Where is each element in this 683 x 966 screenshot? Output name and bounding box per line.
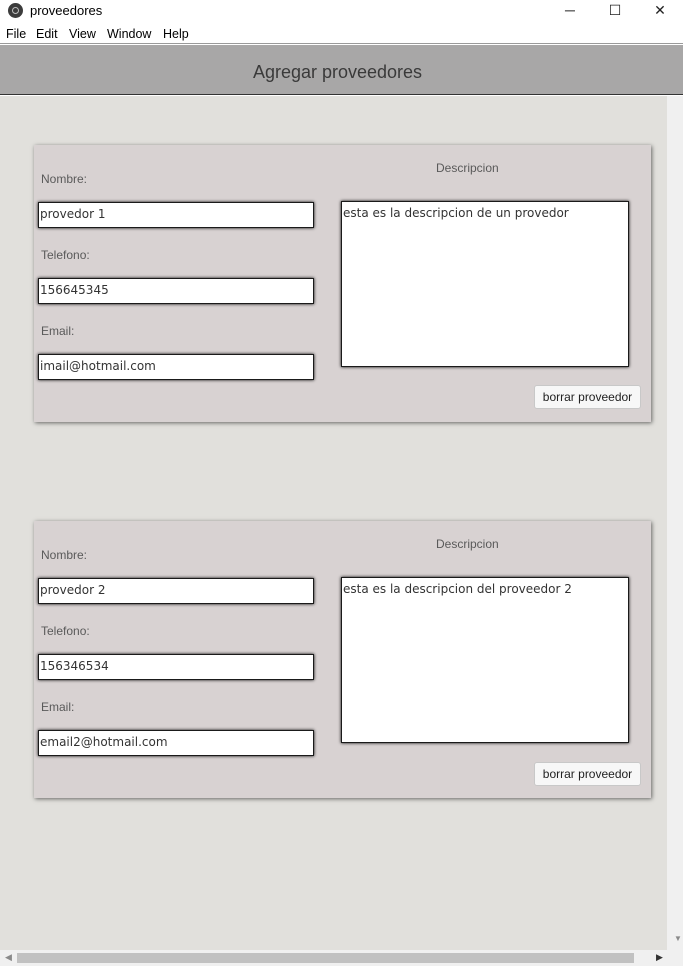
email-field[interactable]: email2@hotmail.com bbox=[38, 730, 314, 756]
provider-card: Nombre: provedor 2 Telefono: 156346534 E… bbox=[34, 521, 651, 798]
menu-view[interactable]: View bbox=[69, 27, 96, 41]
vertical-scrollbar[interactable] bbox=[667, 96, 683, 950]
menu-file[interactable]: File bbox=[6, 27, 26, 41]
scroll-right-arrow-icon[interactable]: ▶ bbox=[656, 952, 663, 963]
provider-card: Nombre: provedor 1 Telefono: 156645345 E… bbox=[34, 145, 651, 422]
nombre-field[interactable]: provedor 2 bbox=[38, 578, 314, 604]
menu-edit[interactable]: Edit bbox=[36, 27, 58, 41]
minimize-button[interactable]: ─ bbox=[547, 0, 593, 22]
telefono-field[interactable]: 156645345 bbox=[38, 278, 314, 304]
scroll-down-arrow-icon[interactable]: ▼ bbox=[674, 934, 682, 943]
descripcion-label: Descripcion bbox=[436, 537, 499, 551]
telefono-label: Telefono: bbox=[41, 248, 90, 262]
nombre-label: Nombre: bbox=[41, 548, 88, 562]
scroll-left-arrow-icon[interactable]: ◀ bbox=[5, 952, 12, 963]
descripcion-textarea[interactable]: esta es la descripcion de un provedor bbox=[341, 201, 629, 367]
descripcion-label: Descripcion bbox=[436, 161, 499, 175]
email-field[interactable]: imail@hotmail.com bbox=[38, 354, 314, 380]
menu-bar: File Edit View Window Help bbox=[0, 24, 683, 44]
close-button[interactable]: ✕ bbox=[637, 0, 683, 22]
content-area: Nombre: provedor 1 Telefono: 156645345 E… bbox=[0, 96, 667, 950]
email-label: Email: bbox=[41, 324, 75, 338]
telefono-label: Telefono: bbox=[41, 624, 90, 638]
app-icon bbox=[8, 3, 23, 18]
menu-window[interactable]: Window bbox=[107, 27, 151, 41]
borrar-proveedor-button[interactable]: borrar proveedor bbox=[534, 762, 641, 786]
nombre-field[interactable]: provedor 1 bbox=[38, 202, 314, 228]
borrar-proveedor-button[interactable]: borrar proveedor bbox=[534, 385, 641, 409]
email-label: Email: bbox=[41, 700, 75, 714]
telefono-field[interactable]: 156346534 bbox=[38, 654, 314, 680]
title-bar: proveedores ─ ☐ ✕ bbox=[0, 0, 683, 22]
descripcion-textarea[interactable]: esta es la descripcion del proveedor 2 bbox=[341, 577, 629, 743]
page-title: Agregar proveedores bbox=[252, 62, 423, 82]
nombre-label: Nombre: bbox=[41, 172, 88, 186]
horizontal-scroll-thumb[interactable] bbox=[17, 953, 634, 963]
maximize-button[interactable]: ☐ bbox=[592, 0, 638, 22]
page-header: Agregar proveedores bbox=[0, 45, 683, 95]
menu-help[interactable]: Help bbox=[163, 27, 189, 41]
window-title: proveedores bbox=[30, 3, 103, 18]
